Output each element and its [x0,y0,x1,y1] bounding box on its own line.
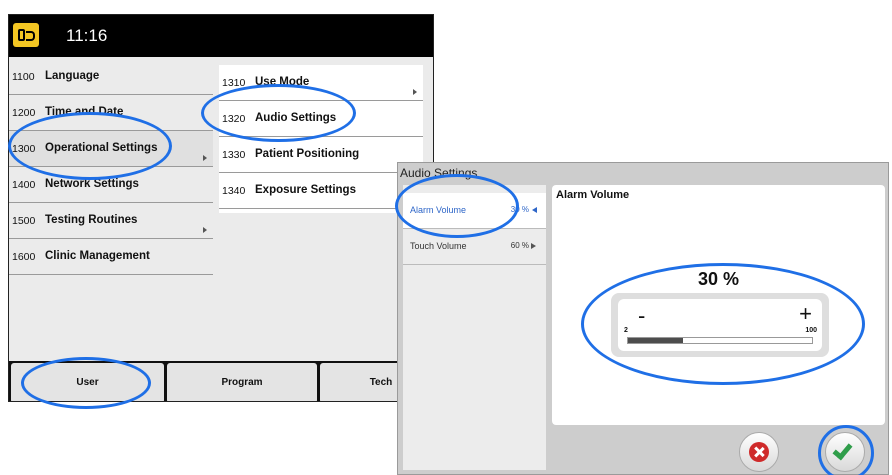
volume-slider: - + 2 100 [611,293,829,357]
operational-settings-submenu: 1310 Use Mode 1320 Audio Settings 1330 P… [219,65,423,213]
tab-program[interactable]: Program [167,363,317,401]
menu-item-label: Clinic Management [45,250,150,262]
slider-fill [628,338,684,343]
chevron-right-icon [413,89,417,95]
clock: 11:16 [66,26,108,45]
menu-item-code: 1330 [222,149,246,161]
menu-item-code: 1500 [12,215,36,227]
menu-item-testing-routines[interactable]: 1500 Testing Routines [9,203,213,239]
menu-item-label: Time and Date [45,106,124,118]
menu-item-label: Operational Settings [45,142,158,154]
checkmark-icon [832,439,853,461]
volume-slider-inner: - + 2 100 [618,299,822,351]
setting-row-touch-volume[interactable]: Touch Volume 60 % [403,229,546,265]
menu-item-language[interactable]: 1100 Language [9,59,213,95]
setting-detail-panel: Alarm Volume 30 % - + 2 100 [552,185,885,425]
chevron-right-icon [531,243,536,249]
menu-item-network-settings[interactable]: 1400 Network Settings [9,167,213,203]
detail-title: Alarm Volume [556,189,630,201]
tab-label: Program [221,377,263,388]
menu-item-code: 1310 [222,77,246,89]
setting-row-alarm-volume[interactable]: Alarm Volume 30 % [403,193,546,229]
menu-item-label: Audio Settings [255,112,337,124]
settings-menu-window: 11:16 1100 Language 1200 Time and Date 1… [8,14,434,402]
volume-value: 30 % [697,269,740,289]
chevron-right-icon [203,227,207,233]
setting-label: Alarm Volume [410,205,467,215]
menu-item-operational-settings[interactable]: 1300 Operational Settings [9,131,213,167]
tab-user[interactable]: User [11,363,164,401]
menu-item-label: Testing Routines [45,214,138,226]
chevron-left-icon [532,207,537,213]
cancel-icon [749,442,769,462]
increase-button[interactable]: + [799,301,812,327]
menu-item-code: 1320 [222,113,246,125]
submenu-item-patient-positioning[interactable]: 1330 Patient Positioning [219,137,423,173]
audio-settings-list: Alarm Volume 30 % Touch Volume 60 % [403,185,546,470]
menu-item-clinic-management[interactable]: 1600 Clinic Management [9,239,213,275]
menu-item-code: 1340 [222,185,246,197]
setting-value: 60 % [510,241,529,250]
slider-max-label: 100 [805,327,817,334]
menu-item-code: 1100 [12,71,35,83]
slider-track[interactable] [627,337,813,344]
menu-item-label: Network Settings [45,178,139,190]
menu-item-label: Exposure Settings [255,184,356,196]
setting-label: Touch Volume [410,241,467,251]
decrease-button[interactable]: - [638,303,645,329]
bottom-tab-bar: User Program Tech [9,361,433,401]
dialog-title: Audio Settings [400,166,478,180]
menu-item-time-and-date[interactable]: 1200 Time and Date [9,95,213,131]
confirm-button[interactable] [825,432,865,472]
chevron-right-icon [203,155,207,161]
title-bar: 11:16 [9,15,433,57]
audio-settings-dialog: Audio Settings Alarm Volume 30 % Touch V… [397,162,889,475]
submenu-item-exposure-settings[interactable]: 1340 Exposure Settings [219,173,423,209]
tooth-hand-icon[interactable] [13,23,39,47]
cancel-button[interactable] [739,432,779,472]
menu-item-label: Use Mode [255,76,310,88]
menu-item-code: 1400 [12,179,36,191]
setting-value: 30 % [510,205,529,214]
menu-item-label: Language [45,70,100,82]
submenu-item-use-mode[interactable]: 1310 Use Mode [219,65,423,101]
tab-label: User [76,377,99,388]
submenu-item-audio-settings[interactable]: 1320 Audio Settings [219,101,423,137]
slider-min-label: 2 [624,327,628,334]
menu-item-label: Patient Positioning [255,148,360,160]
menu-item-code: 1600 [12,251,36,263]
menu-item-code: 1300 [12,143,36,155]
menu-item-code: 1200 [12,107,36,119]
